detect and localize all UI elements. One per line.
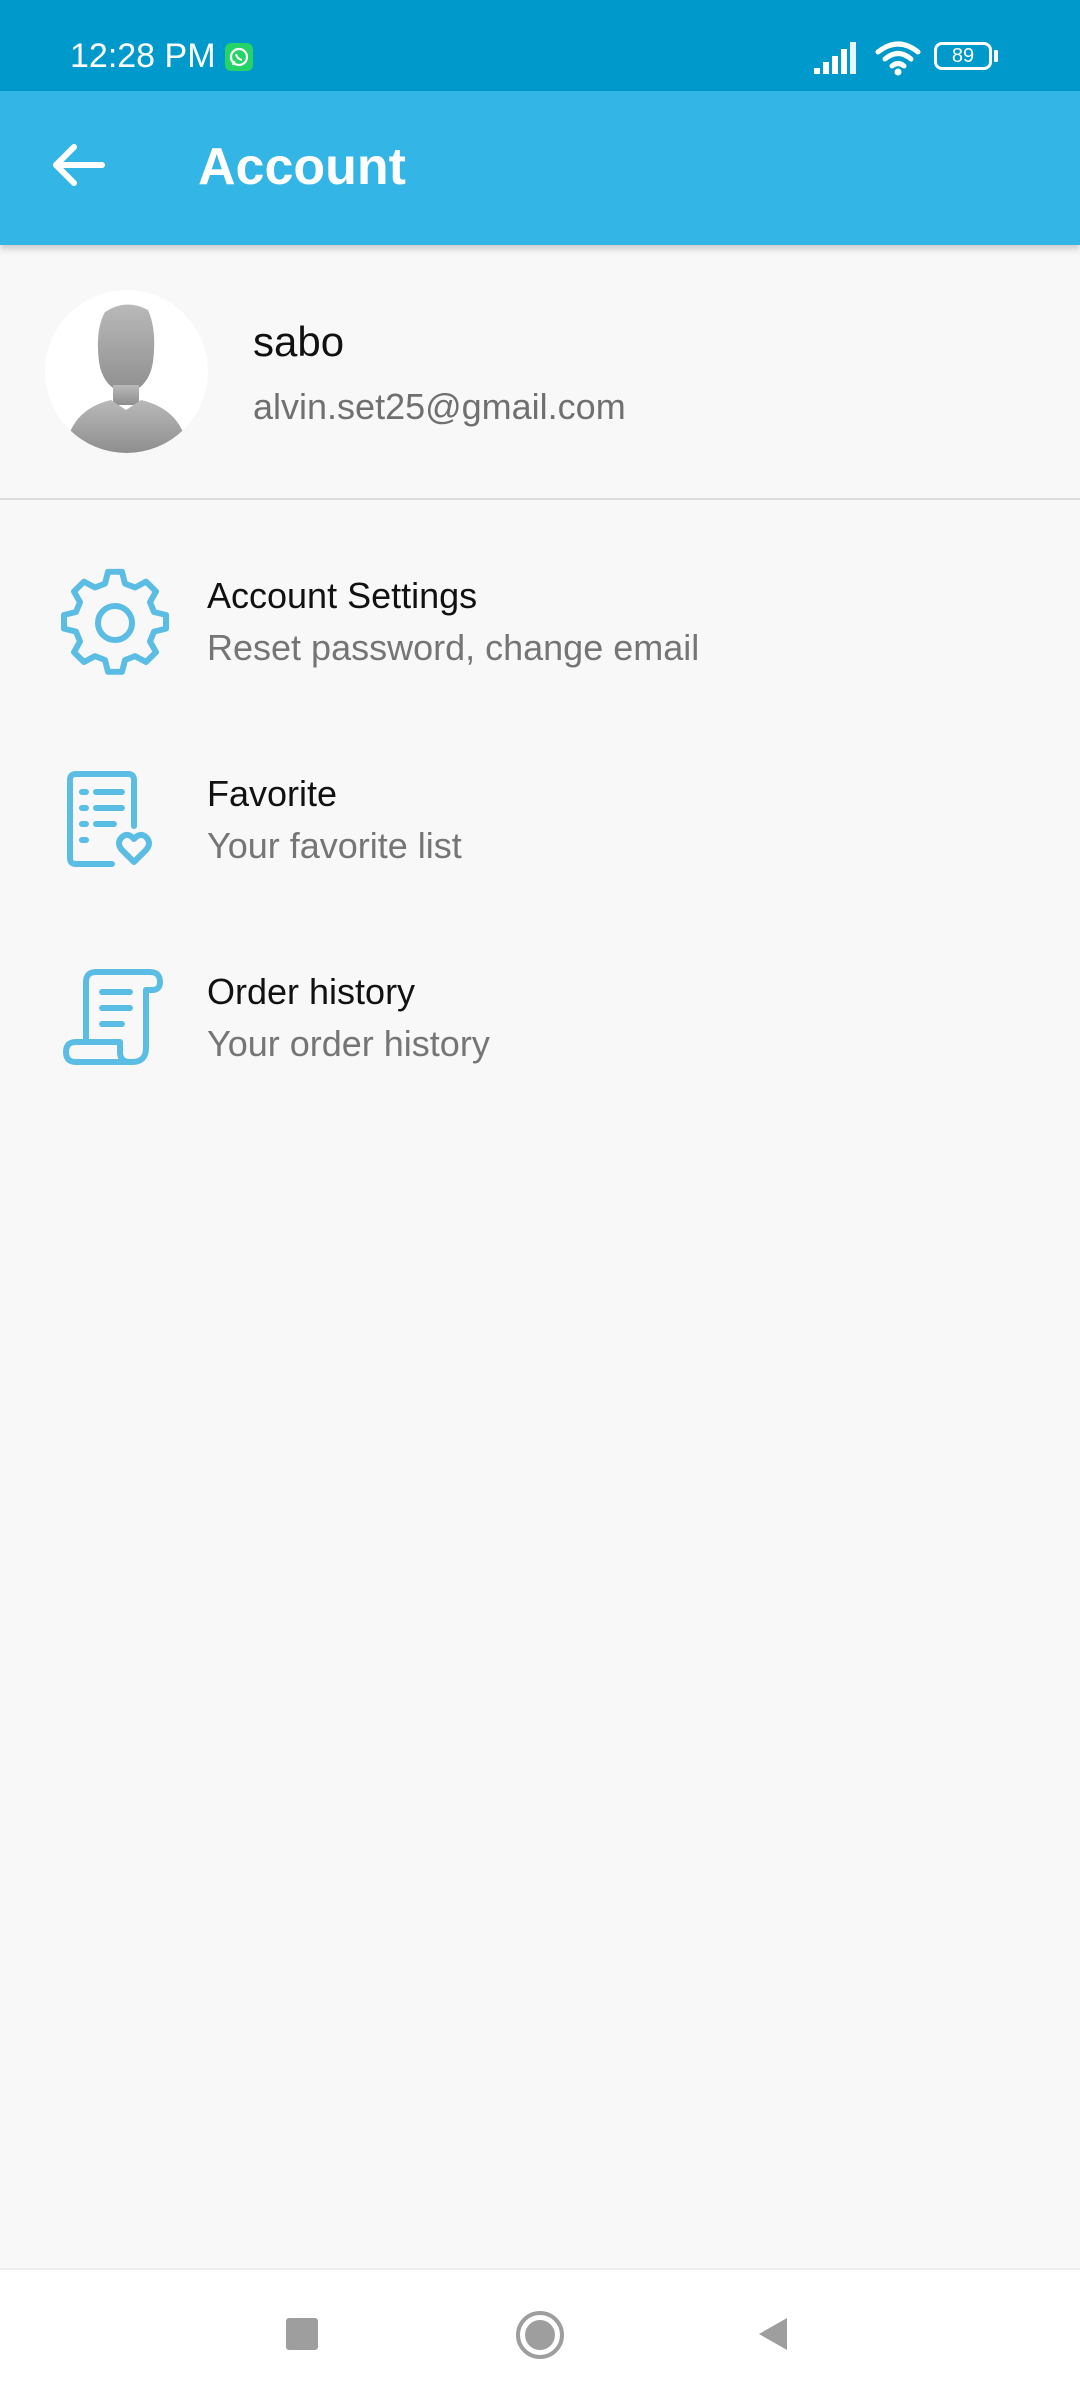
menu-item-account-settings[interactable]: Account Settings Reset password, change … — [0, 538, 1080, 708]
battery-tip — [994, 50, 998, 62]
menu-item-subtitle: Your favorite list — [207, 825, 462, 866]
back-icon[interactable] — [753, 2314, 793, 2354]
default-avatar-icon — [65, 304, 188, 453]
menu-item-favorite[interactable]: Favorite Your favorite list — [0, 736, 1080, 906]
app-bar: Account — [0, 91, 1080, 245]
status-bar: 12:28 PM 89 — [0, 0, 1080, 91]
battery-level: 89 — [951, 45, 975, 67]
status-time: 12:28 PM — [70, 37, 216, 75]
home-icon[interactable] — [515, 2310, 565, 2360]
page-title: Account — [198, 138, 406, 196]
user-email: alvin.set25@gmail.com — [253, 386, 626, 427]
user-name: sabo — [253, 318, 345, 365]
whatsapp-icon — [225, 43, 253, 71]
profile-header: sabo alvin.set25@gmail.com — [0, 245, 1080, 500]
receipt-scroll-icon — [63, 969, 163, 1065]
menu-item-title: Account Settings — [207, 575, 478, 616]
wifi-icon — [875, 41, 921, 76]
menu-item-order-history[interactable]: Order history Your order history — [0, 934, 1080, 1104]
menu-item-subtitle: Reset password, change email — [207, 627, 700, 668]
arrow-left-icon[interactable] — [40, 127, 116, 203]
signal-icon — [814, 42, 856, 74]
system-nav-bar — [0, 2268, 1080, 2402]
menu-item-title: Favorite — [207, 773, 338, 814]
favorite-list-icon — [67, 771, 152, 867]
avatar[interactable] — [45, 290, 208, 453]
menu-item-title: Order history — [207, 971, 416, 1012]
gear-icon — [61, 568, 169, 675]
recents-icon[interactable] — [286, 2318, 318, 2350]
menu-item-subtitle: Your order history — [207, 1023, 490, 1064]
battery-icon: 89 — [934, 42, 1000, 74]
